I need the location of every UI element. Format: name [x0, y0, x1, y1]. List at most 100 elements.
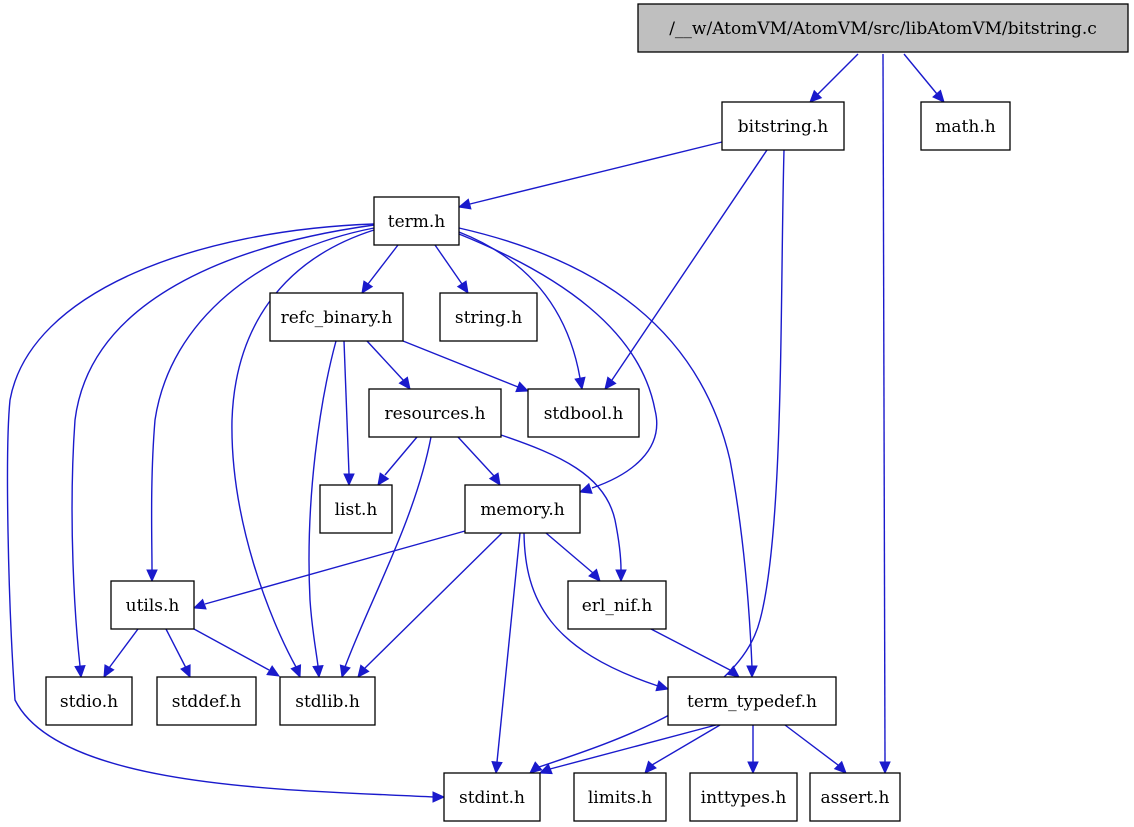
edge-line [402, 340, 519, 388]
arrowhead-icon [604, 376, 617, 390]
edge-memory-h-to-erl-nif-h [545, 532, 601, 582]
node-bitstring-h[interactable]: bitstring.h [721, 101, 845, 151]
arrowhead-icon [655, 680, 670, 692]
node-limits-h[interactable]: limits.h [573, 772, 667, 822]
node-term-typedef-h[interactable]: term_typedef.h [667, 676, 837, 726]
edge-erl-nif-h-to-term-typedef-h [650, 628, 740, 678]
arrowhead-icon [432, 791, 446, 803]
arrowhead-icon [312, 665, 324, 679]
node-utils-h[interactable]: utils.h [110, 580, 195, 630]
edge-line [457, 436, 495, 477]
edge-resources-h-to-memory-h [457, 436, 501, 487]
edge-bitstring-h-to-term-h [457, 141, 723, 210]
arrowhead-icon [529, 761, 543, 774]
arrowhead-icon [180, 664, 191, 679]
edge-root-to-assert-h [879, 53, 891, 775]
edge-memory-h-to-utils-h [192, 530, 466, 610]
edge-line [204, 530, 466, 605]
node-label: list.h [335, 500, 378, 520]
arrowhead-icon [615, 569, 627, 583]
arrowhead-icon [491, 761, 503, 775]
node-assert-h[interactable]: assert.h [809, 772, 901, 822]
arrowhead-icon [879, 761, 891, 775]
node-label: bitstring.h [738, 117, 829, 137]
node-list-h[interactable]: list.h [319, 484, 393, 534]
edge-line [108, 628, 139, 669]
node-label: erl_nif.h [582, 596, 653, 616]
edge-refc-binary-h-to-stdbool-h [402, 340, 530, 393]
edge-line [384, 436, 418, 476]
arrowhead-icon [339, 664, 351, 679]
arrowhead-icon [746, 665, 758, 679]
node-root[interactable]: /__w/AtomVM/AtomVM/src/libAtomVM/bitstri… [637, 3, 1129, 53]
node-label: stddef.h [172, 692, 241, 712]
node-label: utils.h [126, 596, 180, 616]
node-math-h[interactable]: math.h [920, 101, 1011, 151]
node-label: assert.h [821, 788, 890, 808]
arrowhead-icon [103, 664, 115, 679]
arrowhead-icon [574, 376, 586, 391]
arrowhead-icon [146, 569, 158, 583]
edge-line [434, 244, 463, 285]
node-label: string.h [455, 308, 522, 328]
edge-line [784, 724, 839, 766]
edge-line [469, 141, 723, 205]
edge-line [535, 149, 785, 769]
edge-refc-binary-h-to-list-h [343, 340, 355, 487]
node-label: memory.h [480, 500, 564, 520]
edge-term-typedef-h-to-inttypes-h [747, 725, 759, 775]
node-label: /__w/AtomVM/AtomVM/src/libAtomVM/bitstri… [669, 19, 1097, 39]
arrowhead-icon [74, 665, 86, 679]
node-stdlib-h[interactable]: stdlib.h [279, 676, 376, 726]
arrowhead-icon [578, 482, 593, 494]
node-resources-h[interactable]: resources.h [368, 388, 502, 438]
arrowhead-icon [747, 761, 759, 775]
edge-line [165, 628, 187, 669]
edge-line [817, 53, 859, 95]
edge-line [651, 724, 721, 766]
edge-utils-h-to-stddef-h [165, 628, 191, 679]
edge-line [343, 340, 350, 475]
arrowhead-icon [357, 664, 370, 678]
node-string-h[interactable]: string.h [439, 292, 538, 342]
node-refc-binary-h[interactable]: refc_binary.h [269, 292, 404, 342]
node-stdbool-h[interactable]: stdbool.h [527, 388, 640, 438]
edge-resources-h-to-list-h [377, 436, 418, 486]
edge-line [903, 53, 938, 95]
edge-line [458, 233, 658, 489]
arrowhead-icon [488, 472, 501, 487]
arrowhead-icon [192, 598, 207, 610]
node-stdint-h[interactable]: stdint.h [443, 772, 541, 822]
node-label: refc_binary.h [281, 308, 393, 328]
node-term-h[interactable]: term.h [373, 196, 460, 246]
edge-term-typedef-h-to-limits-h [644, 724, 721, 774]
node-inttypes-h[interactable]: inttypes.h [689, 772, 798, 822]
node-stddef-h[interactable]: stddef.h [156, 676, 257, 726]
node-stdio-h[interactable]: stdio.h [45, 676, 133, 726]
arrowhead-icon [515, 381, 530, 393]
edge-bitstring-h-to-stdbool-h [604, 149, 768, 390]
node-label: stdlib.h [295, 692, 360, 712]
node-erl-nif-h[interactable]: erl_nif.h [567, 580, 667, 630]
arrowhead-icon [457, 198, 472, 210]
edge-term-h-to-refc-binary-h [361, 244, 399, 295]
node-label: math.h [935, 117, 995, 137]
edge-utils-h-to-stdlib-h [193, 628, 281, 677]
edge-line [882, 53, 886, 763]
include-graph: /__w/AtomVM/AtomVM/src/libAtomVM/bitstri… [6, 3, 1129, 822]
edge-line [496, 532, 521, 763]
edge-line [366, 340, 405, 382]
node-label: limits.h [588, 788, 652, 808]
arrowhead-icon [377, 472, 390, 486]
edge-refc-binary-h-to-resources-h [366, 340, 411, 390]
node-memory-h[interactable]: memory.h [464, 484, 581, 534]
node-label: term.h [388, 212, 446, 232]
edge-line [193, 628, 270, 671]
edge-memory-h-to-stdint-h [491, 532, 521, 775]
node-label: stdio.h [60, 692, 118, 712]
arrowhead-icon [290, 664, 302, 679]
edge-root-to-math-h [903, 53, 945, 103]
edge-term-typedef-h-to-stdint-h [538, 724, 717, 775]
edge-resources-h-to-stdlib-h [339, 436, 432, 679]
nodes-layer: /__w/AtomVM/AtomVM/src/libAtomVM/bitstri… [45, 3, 1129, 822]
